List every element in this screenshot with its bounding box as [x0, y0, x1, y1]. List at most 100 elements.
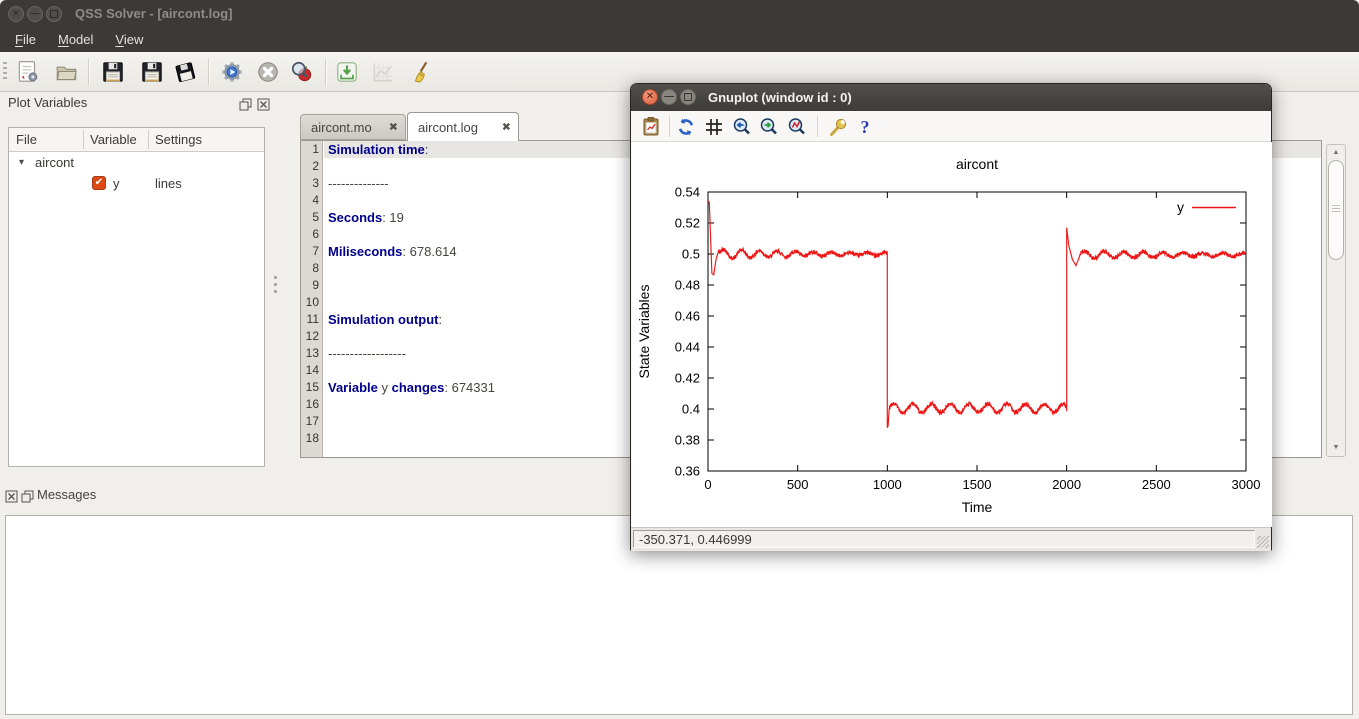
qss-close-button[interactable]: ✕ — [8, 6, 24, 22]
build-run-icon — [222, 62, 242, 82]
toolbar-separator — [208, 59, 210, 85]
toolbar-button-import[interactable] — [332, 57, 362, 87]
scroll-down-button[interactable]: ▼ — [1327, 441, 1345, 455]
log-value-text: : 678.614 — [402, 244, 457, 259]
messages-title: Messages — [37, 487, 97, 502]
menu-item-model[interactable]: Model — [47, 28, 104, 52]
y-tick-label: 0.38 — [675, 433, 700, 448]
x-tick-label: 1500 — [963, 477, 992, 492]
toolbar-grip-handle[interactable] — [3, 62, 7, 80]
y-tick-label: 0.52 — [675, 216, 700, 231]
log-value-text: -------------- — [328, 176, 389, 191]
toolbar-button-abort[interactable] — [253, 57, 283, 87]
gnuplot-button-help[interactable]: ? — [852, 114, 878, 140]
toolbar-button-new-model[interactable] — [13, 57, 43, 87]
save-as-icon — [142, 62, 162, 82]
toolbar-button-save[interactable] — [98, 57, 128, 87]
export-floppy-icon — [175, 62, 196, 83]
gnuplot-window-title: Gnuplot (window id : 0) — [708, 90, 852, 105]
gnuplot-canvas[interactable]: aircont Time State Variables 0 500 1000 1500 20… — [632, 142, 1272, 527]
expander-icon[interactable]: ▾ — [19, 152, 24, 173]
messages-close-icon[interactable] — [5, 490, 18, 503]
gnuplot-titlebar: ✕ — Gnuplot (window id : 0) — [631, 84, 1271, 111]
line-number: 11 — [306, 312, 319, 326]
gnuplot-button-zoom-reset[interactable] — [784, 114, 810, 140]
log-value-text: : 674331 — [444, 380, 495, 395]
toolbar-button-save-as[interactable] — [137, 57, 167, 87]
tab-close-icon[interactable]: ✖ — [502, 121, 511, 134]
open-folder-icon — [56, 66, 77, 81]
line-number: 18 — [305, 431, 319, 445]
settings-value[interactable]: lines — [155, 173, 182, 194]
qss-window-title: QSS Solver - [aircont.log] — [75, 6, 233, 21]
vertical-scrollbar[interactable]: ▲ ▼ — [1326, 144, 1346, 457]
column-header-variable[interactable]: Variable — [90, 128, 137, 151]
gnuplot-button-zoom-previous[interactable] — [729, 114, 755, 140]
log-value-text: : — [438, 312, 443, 327]
toolbar-button-open-model[interactable] — [52, 57, 82, 87]
zoom-reset-icon — [788, 118, 805, 135]
gnuplot-window: ✕ — Gnuplot (window id : 0) ? aircont Ti… — [630, 83, 1272, 551]
zoom-next-icon — [760, 118, 777, 135]
toolbar-button-clean[interactable] — [407, 57, 437, 87]
menu-item-file[interactable]: File — [4, 28, 47, 52]
toolbar-button-plot[interactable] — [368, 57, 398, 87]
zoom-previous-icon — [733, 118, 750, 135]
toolbar-button-build-run[interactable] — [217, 57, 247, 87]
tree-item-aircont[interactable]: ▾ aircont — [9, 152, 264, 173]
splitter-handle[interactable] — [274, 276, 278, 302]
tab-aircont-log[interactable]: aircont.log ✖ — [407, 112, 519, 141]
chart-title: aircont — [956, 156, 998, 172]
resize-grip[interactable] — [1257, 536, 1269, 548]
tab-close-icon[interactable]: ✖ — [389, 121, 398, 134]
messages-float-icon[interactable] — [21, 490, 34, 503]
log-value-text: : 19 — [382, 210, 404, 225]
log-value-text: ------------------ — [328, 346, 406, 361]
log-label-text: Miliseconds — [328, 244, 403, 259]
scroll-up-button[interactable]: ▲ — [1327, 146, 1345, 160]
line-number-gutter: 1 2 3 4 5 6 7 8 9 10 11 12 13 14 15 16 17 18 — [301, 141, 323, 457]
column-header-file[interactable]: File — [16, 128, 37, 151]
y-tick-label: 0.42 — [675, 371, 700, 386]
toolbar-button-export-log[interactable] — [170, 57, 200, 87]
x-tick-label: 0 — [704, 477, 711, 492]
toolbar-button-debug[interactable] — [287, 57, 317, 87]
plot-variables-float-icon[interactable] — [239, 98, 252, 111]
series-y — [707, 200, 1247, 428]
variable-row-y[interactable]: ✔ y lines — [9, 173, 264, 194]
gnuplot-close-button[interactable]: ✕ — [642, 89, 658, 105]
plot-variables-close-icon[interactable] — [257, 98, 270, 111]
gnuplot-button-copy-plot[interactable] — [638, 114, 664, 140]
y-tick-label: 0.5 — [682, 247, 700, 262]
gnuplot-minimize-button[interactable]: — — [661, 89, 677, 105]
y-tick-label: 0.54 — [675, 185, 700, 200]
tab-aircont-mo[interactable]: aircont.mo ✖ — [300, 114, 406, 140]
line-number: 8 — [312, 261, 319, 275]
plot-variables-title: Plot Variables — [8, 95, 88, 110]
line-number: 16 — [305, 397, 319, 411]
qss-minimize-button[interactable]: — — [27, 6, 43, 22]
log-value-text: : — [424, 142, 429, 157]
qss-maximize-button[interactable] — [46, 6, 62, 22]
import-icon — [337, 62, 357, 82]
variable-checkbox[interactable]: ✔ — [92, 176, 106, 190]
log-label-text: changes — [391, 380, 445, 395]
tab-label: aircont.mo — [311, 119, 372, 135]
gnuplot-button-settings[interactable] — [825, 114, 851, 140]
gnuplot-button-zoom-next[interactable] — [756, 114, 782, 140]
column-header-settings[interactable]: Settings — [155, 128, 202, 151]
menubar: File Model View — [0, 28, 1359, 52]
gnuplot-button-refresh[interactable] — [673, 114, 699, 140]
gnuplot-button-grid[interactable] — [701, 114, 727, 140]
scroll-thumb[interactable] — [1328, 160, 1344, 260]
plot-frame — [707, 191, 1247, 472]
x-tick-label: 2000 — [1052, 477, 1081, 492]
gnuplot-maximize-button[interactable] — [680, 89, 696, 105]
wrench-icon — [830, 118, 847, 136]
x-tick-label: 2500 — [1142, 477, 1171, 492]
y-tick-label: 0.46 — [675, 309, 700, 324]
tab-label: aircont.log — [418, 119, 478, 135]
legend-label: y — [1177, 199, 1184, 215]
x-tick-label: 1000 — [873, 477, 902, 492]
menu-item-view[interactable]: View — [104, 28, 154, 52]
